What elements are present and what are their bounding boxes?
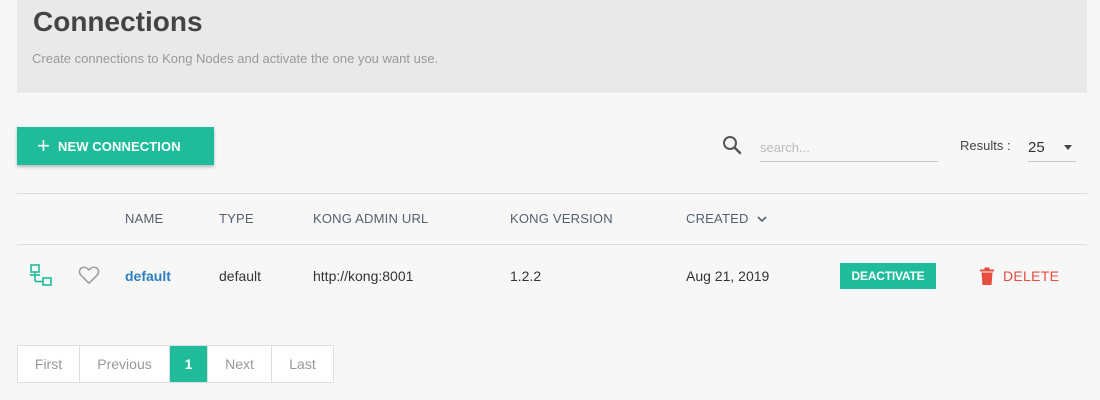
column-header-created[interactable]: CREATED — [686, 211, 767, 226]
page-subtitle: Create connections to Kong Nodes and act… — [32, 51, 439, 66]
pagination: First Previous 1 Next Last — [17, 345, 334, 383]
trash-icon — [980, 267, 994, 285]
column-header-kong-admin-url[interactable]: KONG ADMIN URL — [313, 211, 428, 226]
pagination-first[interactable]: First — [18, 346, 80, 382]
table-header-divider — [17, 244, 1087, 245]
pagination-last[interactable]: Last — [272, 346, 333, 382]
connection-name-link[interactable]: default — [125, 268, 171, 284]
results-per-page-select[interactable]: 25 — [1028, 134, 1076, 162]
heart-outline-icon[interactable] — [78, 265, 100, 285]
new-connection-button[interactable]: + NEW CONNECTION — [17, 127, 214, 165]
pagination-next[interactable]: Next — [208, 346, 272, 382]
connection-active-icon[interactable] — [29, 263, 53, 289]
delete-label: DELETE — [1003, 268, 1060, 284]
column-header-name[interactable]: NAME — [125, 211, 163, 226]
deactivate-button[interactable]: DEACTIVATE — [840, 263, 936, 289]
new-connection-label: NEW CONNECTION — [57, 138, 181, 154]
page-header: Connections Create connections to Kong N… — [17, 0, 1087, 93]
column-header-created-label: CREATED — [686, 211, 749, 226]
results-value: 25 — [1028, 139, 1045, 156]
connection-kong-admin-url: http://kong:8001 — [313, 268, 414, 284]
column-header-type[interactable]: TYPE — [219, 211, 254, 226]
caret-down-icon — [1064, 145, 1072, 150]
pagination-page-1[interactable]: 1 — [170, 346, 208, 382]
table-top-divider — [17, 193, 1087, 194]
column-header-kong-version[interactable]: KONG VERSION — [510, 211, 613, 226]
page-title: Connections — [33, 6, 203, 37]
chevron-down-icon — [756, 215, 767, 222]
delete-button[interactable]: DELETE — [979, 265, 1059, 287]
connection-created: Aug 21, 2019 — [686, 268, 770, 284]
search-icon — [723, 136, 742, 155]
pagination-previous[interactable]: Previous — [80, 346, 170, 382]
connection-kong-version: 1.2.2 — [510, 268, 542, 284]
plus-icon: + — [37, 133, 50, 158]
results-label: Results : — [960, 138, 1011, 153]
connection-type: default — [219, 268, 262, 284]
search-input[interactable] — [760, 134, 938, 162]
